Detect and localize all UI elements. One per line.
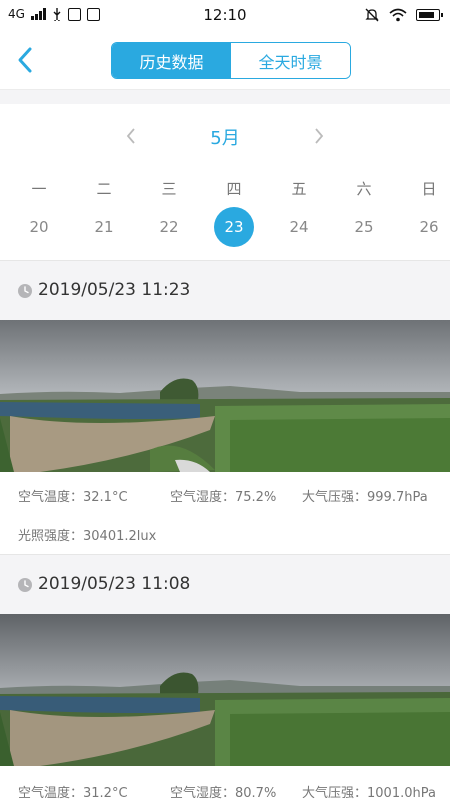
weekday-label: 三 — [161, 180, 177, 198]
chevron-left-icon[interactable] — [14, 46, 38, 74]
light-intensity: 光照强度：30401.2lux — [18, 529, 157, 544]
record-timestamp: 2019/05/23 11:08 — [38, 574, 191, 594]
clock-icon — [18, 578, 32, 592]
record-timestamp: 2019/05/23 11:23 — [38, 280, 191, 300]
clock-icon — [18, 284, 32, 298]
status-bar: 4G 12:10 — [0, 0, 450, 32]
weekday-label: 六 — [356, 180, 372, 198]
tab-all-day-view[interactable]: 全天时景 — [231, 43, 350, 78]
weekday-label: 五 — [291, 180, 307, 198]
record-header: 2019/05/23 11:23 — [0, 261, 450, 320]
weekday-label: 一 — [31, 180, 47, 198]
date-row: 20 21 22 23 24 25 26 — [0, 207, 450, 247]
date-cell[interactable]: 22 — [144, 207, 194, 247]
sensor-info: 空气温度：31.2°C 空气湿度：80.7% 大气压强：1001.0hPa — [0, 766, 450, 800]
date-cell[interactable]: 21 — [79, 207, 129, 247]
air-pressure: 大气压强：1001.0hPa — [302, 786, 436, 800]
sensor-info: 空气温度：32.1°C 空气湿度：75.2% 大气压强：999.7hPa 光照强… — [0, 472, 450, 554]
date-cell[interactable]: 20 — [14, 207, 64, 247]
nav-bar: 历史数据 全天时景 — [0, 32, 450, 90]
field-photo[interactable] — [0, 614, 450, 766]
weekday-label: 日 — [421, 180, 437, 198]
weekday-label: 二 — [96, 180, 112, 198]
wifi-icon — [389, 8, 407, 22]
record-header: 2019/05/23 11:08 — [0, 555, 450, 614]
date-cell[interactable]: 25 — [339, 207, 389, 247]
mute-icon — [365, 8, 379, 22]
date-cell[interactable]: 26 — [404, 207, 450, 247]
air-temperature: 空气温度：31.2°C — [18, 786, 128, 800]
battery-icon — [416, 9, 443, 21]
air-pressure: 大气压强：999.7hPa — [302, 490, 428, 505]
air-humidity: 空气湿度：75.2% — [170, 490, 277, 505]
date-cell[interactable]: 24 — [274, 207, 324, 247]
segmented-control: 历史数据 全天时景 — [111, 42, 351, 79]
tab-history-data[interactable]: 历史数据 — [112, 43, 231, 78]
weekday-label: 四 — [226, 180, 242, 198]
air-temperature: 空气温度：32.1°C — [18, 490, 128, 505]
month-label: 5月 — [210, 128, 240, 149]
weekday-row: 一 二 三 四 五 六 日 — [0, 170, 450, 210]
date-cell-selected[interactable]: 23 — [214, 207, 254, 247]
air-humidity: 空气湿度：80.7% — [170, 786, 277, 800]
section-spacer — [0, 90, 450, 104]
week-calendar: 5月 一 二 三 四 五 六 日 20 21 22 23 24 25 26 — [0, 104, 450, 260]
field-photo[interactable] — [0, 320, 450, 472]
next-month-icon[interactable] — [312, 126, 326, 146]
